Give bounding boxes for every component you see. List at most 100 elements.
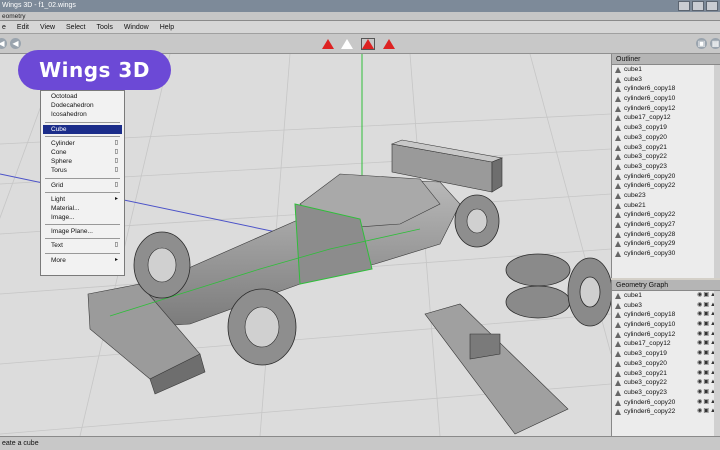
item-label: cube3_copy21 (624, 369, 667, 377)
geometry-tab[interactable]: eometry (0, 12, 720, 21)
minimize-button[interactable] (678, 1, 690, 11)
object-icon (615, 173, 621, 180)
front-right-wheel (227, 288, 297, 366)
menu-edit[interactable]: Edit (17, 24, 29, 31)
menu-window[interactable]: Window (124, 24, 149, 31)
outliner-item[interactable]: cylinder6_copy10 (612, 94, 720, 104)
item-label: cube3 (624, 301, 642, 309)
outliner-item[interactable]: cube3_copy21 (612, 143, 720, 153)
menu-help[interactable]: Help (160, 24, 174, 31)
outliner-item[interactable]: cube3_copy23 (612, 162, 720, 172)
menubar: e Edit View Select Tools Window Help (0, 21, 720, 34)
menu-item-image-plane[interactable]: Image Plane... (41, 227, 124, 236)
object-icon (615, 67, 621, 73)
menu-item-image[interactable]: Image... (41, 213, 124, 222)
menu-item-grid[interactable]: Grid ▯ (41, 181, 124, 190)
vertex-mode-icon[interactable] (322, 39, 334, 49)
outliner-item[interactable]: cube3_copy20 (612, 133, 720, 143)
menu-item-cone[interactable]: Cone ▯ (41, 148, 124, 157)
item-label: cylinder6_copy18 (624, 85, 676, 93)
outliner-item[interactable]: cube3 (612, 75, 720, 85)
geometry-graph-scrollbar[interactable] (714, 291, 720, 436)
menu-item-label: Light (51, 195, 66, 203)
outliner-item[interactable]: cylinder6_copy12 (612, 104, 720, 114)
object-icon (615, 125, 621, 132)
menu-item-cylinder[interactable]: Cylinder ▯ (41, 139, 124, 148)
outliner-item[interactable]: cube17_copy12 (612, 113, 720, 123)
geometry-graph-item[interactable]: cube3_copy20 ◉▣▲ (612, 359, 720, 369)
submenu-arrow-icon[interactable]: ▸ (115, 256, 118, 265)
menu-tools[interactable]: Tools (96, 24, 112, 31)
menu-select[interactable]: Select (66, 24, 85, 31)
outliner-item[interactable]: cube23 (612, 191, 720, 201)
geometry-graph-item[interactable]: cylinder6_copy10 ◉▣▲ (612, 320, 720, 330)
geometry-graph-item[interactable]: cube17_copy12 ◉▣▲ (612, 339, 720, 349)
outliner-item[interactable]: cube3_copy19 (612, 123, 720, 133)
options-box-icon[interactable]: ▯ (115, 148, 118, 157)
status-bar: eate a cube (0, 436, 720, 450)
forward-arrow-icon[interactable]: ◀ (10, 38, 21, 49)
item-label: cylinder6_copy20 (624, 398, 676, 406)
edge-mode-icon[interactable] (341, 39, 353, 49)
outliner-item[interactable]: cylinder6_copy22 (612, 210, 720, 220)
item-label: cube3_copy22 (624, 379, 667, 387)
outliner-item[interactable]: cylinder6_copy27 (612, 220, 720, 230)
outliner-scrollbar[interactable] (714, 65, 720, 278)
item-label: cube3_copy19 (624, 124, 667, 132)
geometry-graph-item[interactable]: cylinder6_copy12 ◉▣▲ (612, 330, 720, 340)
item-label: cylinder6_copy20 (624, 172, 676, 180)
geometry-graph-item[interactable]: cylinder6_copy22 ◉▣▲ (612, 407, 720, 417)
geometry-graph-item[interactable]: cube3_copy19 ◉▣▲ (612, 349, 720, 359)
options-box-icon[interactable]: ▯ (115, 139, 118, 148)
outliner-item[interactable]: cube1 (612, 65, 720, 75)
menu-item-cube[interactable]: Cube (43, 124, 122, 134)
object-icon (615, 251, 621, 258)
outliner-item[interactable]: cylinder6_copy20 (612, 172, 720, 182)
geometry-graph-item[interactable]: cube3_copy21 ◉▣▲ (612, 369, 720, 379)
menu-item-more[interactable]: More ▸ (41, 256, 124, 265)
face-mode-icon[interactable] (361, 38, 375, 50)
geometry-graph-item[interactable]: cylinder6_copy18 ◉▣▲ (612, 310, 720, 320)
submenu-arrow-icon[interactable]: ▸ (115, 195, 118, 204)
outliner-item[interactable]: cylinder6_copy29 (612, 239, 720, 249)
close-button[interactable] (706, 1, 718, 11)
outliner-item[interactable]: cube3_copy22 (612, 152, 720, 162)
back-arrow-icon[interactable]: ◀ (0, 38, 7, 49)
menu-item-label: Sphere (51, 158, 72, 166)
geometry-graph-item[interactable]: cube3 ◉▣▲ (612, 301, 720, 311)
outliner-item[interactable]: cylinder6_copy22 (612, 181, 720, 191)
outliner-item[interactable]: cylinder6_copy30 (612, 249, 720, 259)
menu-item-light[interactable]: Light ▸ (41, 195, 124, 204)
geometry-graph-item[interactable]: cylinder6_copy20 ◉▣▲ (612, 398, 720, 408)
menu-item-icosahedron[interactable]: Icosahedron (41, 110, 124, 119)
menu-item-sphere[interactable]: Sphere ▯ (41, 157, 124, 166)
ortho-view-icon[interactable]: ▣ (696, 38, 707, 49)
object-icon (615, 351, 621, 358)
options-box-icon[interactable]: ▯ (115, 241, 118, 250)
menu-item-material[interactable]: Material... (41, 204, 124, 213)
options-box-icon[interactable]: ▯ (115, 166, 118, 175)
menu-separator (45, 121, 120, 123)
menu-item-dodecahedron[interactable]: Dodecahedron (41, 101, 124, 110)
menu-separator (45, 252, 120, 254)
object-icon (615, 293, 621, 299)
outliner-item[interactable]: cube21 (612, 201, 720, 211)
menu-item-octotoad[interactable]: Octotoad (41, 92, 124, 101)
options-box-icon[interactable]: ▯ (115, 181, 118, 190)
geometry-graph-item[interactable]: cube1 ◉▣▲ (612, 291, 720, 301)
menu-item-torus[interactable]: Torus ▯ (41, 166, 124, 175)
object-icon (615, 183, 621, 190)
geometry-graph-item[interactable]: cube3_copy23 ◉▣▲ (612, 388, 720, 398)
menu-item-text[interactable]: Text ▯ (41, 241, 124, 250)
options-box-icon[interactable]: ▯ (115, 157, 118, 166)
object-icon (615, 380, 621, 387)
body-mode-icon[interactable] (383, 39, 395, 49)
geometry-graph-item[interactable]: cube3_copy22 ◉▣▲ (612, 378, 720, 388)
grid-view-icon[interactable]: ▦ (710, 38, 720, 49)
menu-view[interactable]: View (40, 24, 55, 31)
maximize-button[interactable] (692, 1, 704, 11)
menu-file[interactable]: e (2, 24, 6, 31)
menu-item-label: Image Plane... (51, 228, 93, 236)
outliner-item[interactable]: cylinder6_copy18 (612, 84, 720, 94)
outliner-item[interactable]: cylinder6_copy28 (612, 230, 720, 240)
